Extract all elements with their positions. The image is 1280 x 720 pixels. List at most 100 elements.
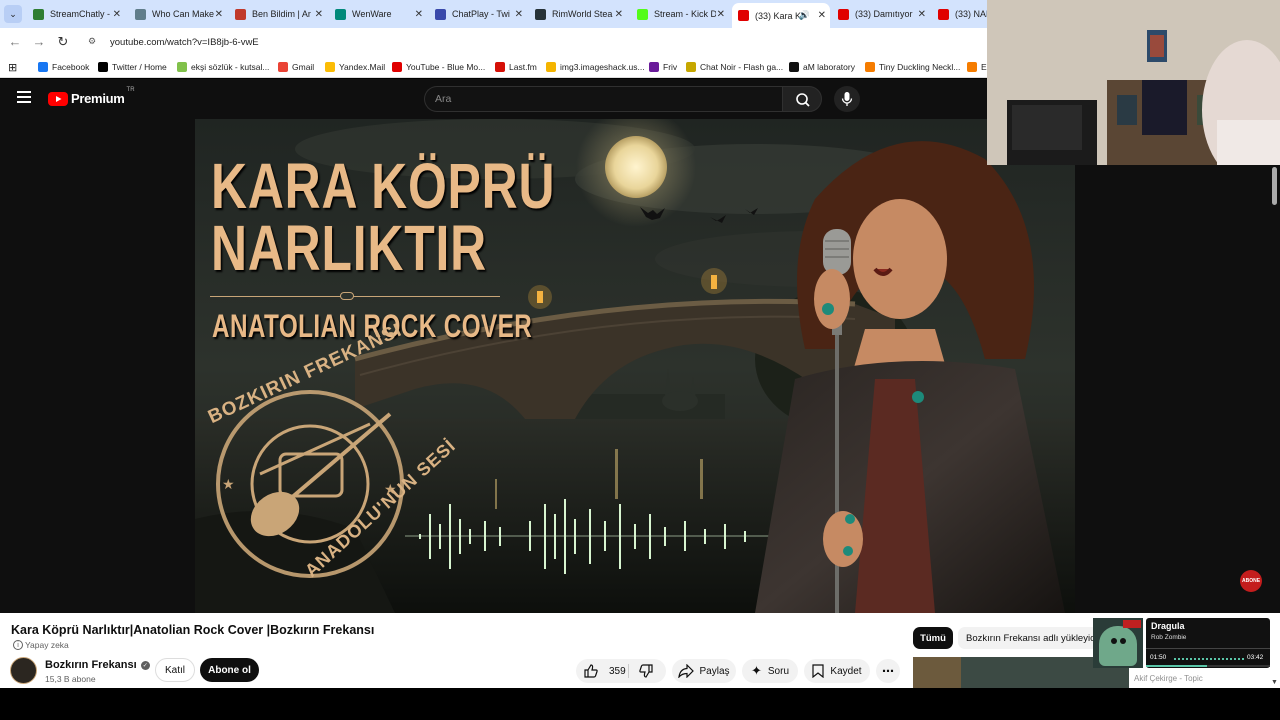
search-input[interactable]: Ara xyxy=(424,86,782,112)
search-button[interactable] xyxy=(782,86,822,112)
video-title: Kara Köprü Narlıktır|Anatolian Rock Cove… xyxy=(11,623,375,637)
tab-close-icon[interactable]: ✕ xyxy=(415,9,423,20)
bookmark-item[interactable]: Gmail xyxy=(278,60,314,74)
filter-all-label: Tümü xyxy=(920,632,946,644)
bookmark-favicon-icon xyxy=(392,62,402,72)
bookmark-item[interactable]: Yandex.Mail xyxy=(325,60,385,74)
save-button[interactable]: Kaydet xyxy=(804,659,870,683)
tab-favicon-icon xyxy=(435,8,446,20)
bookmark-item[interactable]: Last.fm xyxy=(495,60,537,74)
bookmark-item[interactable]: Facebook xyxy=(38,60,89,74)
bookmark-item[interactable]: ekşi sözlük - kutsal... xyxy=(177,60,269,74)
waveform xyxy=(1174,658,1244,660)
filter-chip-uploader[interactable]: Bozkırın Frekansı adlı yükleyici xyxy=(958,627,1098,649)
bookmark-favicon-icon xyxy=(649,62,659,72)
ai-disclosure[interactable]: i Yapay zeka xyxy=(13,640,69,650)
browser-tab[interactable]: Ben Bildim | Ar ✕ xyxy=(229,3,327,25)
bookmark-label: Last.fm xyxy=(509,62,537,72)
bookmark-item[interactable]: Twitter / Home xyxy=(98,60,167,74)
tab-close-icon[interactable]: ✕ xyxy=(918,9,926,20)
browser-tab[interactable]: ChatPlay - Twi ✕ xyxy=(429,3,527,25)
browser-tab[interactable]: (33) Kara K 🔊 ✕ xyxy=(732,3,830,28)
like-button[interactable]: 359 xyxy=(583,663,626,679)
dislike-button[interactable] xyxy=(638,663,654,682)
menu-icon[interactable] xyxy=(17,91,31,103)
tab-close-icon[interactable]: ✕ xyxy=(515,9,523,20)
bookmark-item[interactable]: aM laboratory xyxy=(789,60,855,74)
bookmark-item[interactable]: Friv xyxy=(649,60,677,74)
webcam-feed xyxy=(987,0,1280,165)
logo-text: Premium xyxy=(71,91,125,106)
svg-text:★: ★ xyxy=(222,477,235,493)
tab-close-icon[interactable]: ✕ xyxy=(315,9,323,20)
tab-close-icon[interactable]: ✕ xyxy=(113,9,121,20)
thumbs-up-icon xyxy=(584,664,598,678)
browser-tab[interactable]: (33) Damıtıyor ✕ xyxy=(832,3,930,25)
browser-tab[interactable]: WenWare ✕ xyxy=(329,3,427,25)
progress-track[interactable] xyxy=(1146,665,1270,667)
bookmarks-bar: ⊞ Facebook Twitter / Home ekşi sözlük - ku… xyxy=(0,56,987,78)
share-button[interactable]: Paylaş xyxy=(672,659,736,683)
tab-close-icon[interactable]: ✕ xyxy=(615,9,623,20)
song-title: Dragula xyxy=(1151,621,1185,631)
scrollbar-thumb[interactable] xyxy=(1272,167,1277,205)
thumbs-down-icon xyxy=(639,664,653,678)
bookmark-item[interactable]: E xyxy=(967,60,987,74)
bookmark-item[interactable]: img3.imageshack.us... xyxy=(546,60,645,74)
bookmark-favicon-icon xyxy=(789,62,799,72)
back-icon[interactable]: ← xyxy=(7,34,23,49)
bookmark-label: Gmail xyxy=(292,62,315,72)
bookmark-label: Friv xyxy=(663,62,678,72)
channel-name-row[interactable]: Bozkırın Frekansı ✓ xyxy=(45,659,150,671)
speaker-icon[interactable]: 🔊 xyxy=(799,10,810,21)
join-button[interactable]: Katıl xyxy=(155,658,195,682)
bookmark-item[interactable]: Tiny Duckling Neckl... xyxy=(865,60,960,74)
filter-chip-all[interactable]: Tümü xyxy=(913,627,953,649)
bookmark-label: YouTube - Blue Mo... xyxy=(406,62,486,72)
scroll-down-arrow-icon[interactable]: ▼ xyxy=(1271,679,1278,686)
tab-list-button[interactable]: ⌄ xyxy=(4,5,22,23)
bookmark-label: Facebook xyxy=(52,62,90,72)
browser-tab[interactable]: Who Can Make ✕ xyxy=(129,3,227,25)
ask-button[interactable]: ✦ Soru xyxy=(742,659,798,683)
browser-tab[interactable]: Stream - Kick D ✕ xyxy=(631,3,729,25)
bookmark-favicon-icon xyxy=(686,62,696,72)
voice-search-button[interactable] xyxy=(834,86,860,112)
channel-avatar[interactable] xyxy=(10,657,37,684)
tab-label: StreamChatly - xyxy=(50,9,111,19)
site-info-icon[interactable]: ⚙ xyxy=(88,36,100,48)
tab-close-icon[interactable]: ✕ xyxy=(818,10,826,21)
forward-icon[interactable]: → xyxy=(31,34,47,49)
subscribe-watermark[interactable]: ABONE xyxy=(1240,570,1262,592)
tab-favicon-icon xyxy=(33,8,44,20)
tab-favicon-icon xyxy=(838,8,849,20)
channel-name: Bozkırın Frekansı xyxy=(45,659,137,671)
subscribe-label: Abone ol xyxy=(208,664,251,676)
tab-label: WenWare xyxy=(352,9,392,19)
like-divider xyxy=(628,664,629,678)
video-player[interactable]: ★ ★ KARA KÖPRÜ NARLIKTIR ANATOLIAN ROCK … xyxy=(195,119,1075,613)
reload-icon[interactable]: ↻ xyxy=(55,34,71,50)
more-actions-button[interactable]: ⋯ xyxy=(876,659,900,683)
widget-divider xyxy=(1146,648,1270,649)
verified-icon: ✓ xyxy=(140,660,150,670)
browser-tab[interactable]: StreamChatly - ✕ xyxy=(27,3,125,25)
bookmark-label: Yandex.Mail xyxy=(339,62,386,72)
browser-tab[interactable]: (33) NAP xyxy=(932,3,987,25)
album-art xyxy=(1093,618,1143,668)
address-bar[interactable]: ⚙ youtube.com/watch?v=IB8jb-6-vwE xyxy=(80,31,980,53)
youtube-premium-logo[interactable]: Premium TR xyxy=(48,87,135,106)
tab-close-icon[interactable]: ✕ xyxy=(717,9,725,20)
sidebar-area: ABONE xyxy=(1075,165,1280,613)
bookmark-item[interactable]: Chat Noir - Flash ga... xyxy=(686,60,783,74)
youtube-play-icon xyxy=(48,91,68,106)
apps-grid-icon[interactable]: ⊞ xyxy=(8,60,17,74)
tab-close-icon[interactable]: ✕ xyxy=(215,9,223,20)
bookmark-item[interactable]: YouTube - Blue Mo... xyxy=(392,60,485,74)
bookmark-label: img3.imageshack.us... xyxy=(560,62,645,72)
bookmark-favicon-icon xyxy=(967,62,977,72)
bookmark-label: Tiny Duckling Neckl... xyxy=(879,62,961,72)
browser-tab[interactable]: RimWorld Stea ✕ xyxy=(529,3,627,25)
up-next-channel: Akif Çekirge - Topic xyxy=(1134,674,1203,683)
subscribe-button[interactable]: Abone ol xyxy=(200,658,259,682)
